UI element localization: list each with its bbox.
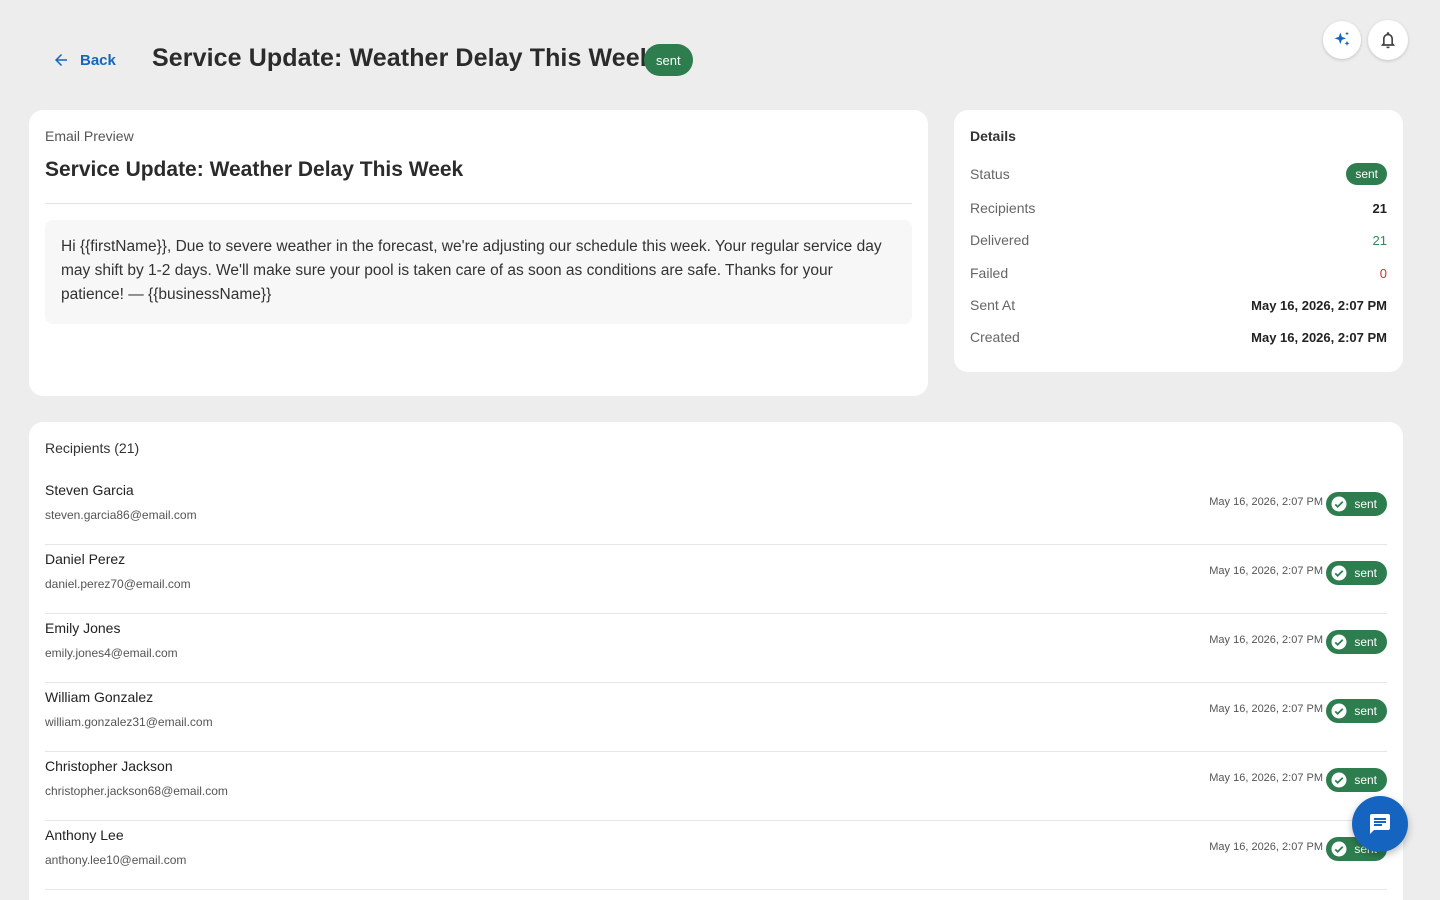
recipient-row[interactable]: Christopher Jackson christopher.jackson6… — [45, 752, 1387, 821]
recipient-sent-date: May 16, 2026, 2:07 PM — [1209, 565, 1323, 577]
recipient-email: daniel.perez70@email.com — [45, 577, 191, 591]
check-circle-icon — [1331, 841, 1347, 857]
email-preview-card: Email Preview Service Update: Weather De… — [29, 110, 928, 396]
detail-value: 0 — [1379, 265, 1387, 281]
status-badge: sent — [1326, 492, 1387, 516]
detail-value: May 16, 2026, 2:07 PM — [1251, 329, 1387, 345]
divider — [45, 203, 912, 204]
recipient-row[interactable]: Daniel Perez daniel.perez70@email.com Ma… — [45, 545, 1387, 614]
status-label: sent — [1354, 773, 1377, 787]
detail-key: Delivered — [970, 232, 1030, 248]
detail-key: Created — [970, 329, 1020, 345]
detail-key: Status — [970, 166, 1010, 182]
recipient-email: william.gonzalez31@email.com — [45, 715, 213, 729]
detail-row-sent-at: Sent At May 16, 2026, 2:07 PM — [970, 294, 1387, 316]
check-circle-icon — [1331, 565, 1347, 581]
recipient-row[interactable]: William Gonzalez william.gonzalez31@emai… — [45, 683, 1387, 752]
recipient-name: Christopher Jackson — [45, 758, 173, 774]
page-header: Back Service Update: Weather Delay This … — [0, 0, 1440, 110]
status-label: sent — [1354, 566, 1377, 580]
check-circle-icon — [1331, 634, 1347, 650]
recipient-name: Daniel Perez — [45, 551, 126, 567]
status-badge: sent — [1326, 699, 1387, 723]
detail-key: Recipients — [970, 200, 1036, 216]
status-badge: sent — [1326, 768, 1387, 792]
status-label: sent — [1354, 497, 1377, 511]
recipient-sent-date: May 16, 2026, 2:07 PM — [1209, 841, 1323, 853]
recipient-name: Steven Garcia — [45, 482, 134, 498]
status-label: sent — [1354, 704, 1377, 718]
status-badge: sent — [1326, 630, 1387, 654]
recipient-sent-date: May 16, 2026, 2:07 PM — [1209, 772, 1323, 784]
recipient-email: steven.garcia86@email.com — [45, 508, 197, 522]
page-title: Service Update: Weather Delay This Week — [152, 44, 654, 72]
chat-button[interactable] — [1352, 796, 1408, 852]
details-title: Details — [970, 128, 1016, 144]
email-preview-label: Email Preview — [45, 128, 134, 144]
status-label: sent — [1354, 635, 1377, 649]
recipient-name: Emily Jones — [45, 620, 121, 636]
status-badge: sent — [644, 44, 693, 76]
recipient-name: William Gonzalez — [45, 689, 154, 705]
email-body: Hi {{firstName}}, Due to severe weather … — [45, 220, 912, 324]
detail-value: May 16, 2026, 2:07 PM — [1251, 297, 1387, 313]
detail-row-failed: Failed 0 — [970, 262, 1387, 284]
check-circle-icon — [1331, 496, 1347, 512]
check-circle-icon — [1331, 772, 1347, 788]
bell-icon — [1381, 32, 1395, 49]
recipient-email: christopher.jackson68@email.com — [45, 784, 228, 798]
recipients-card: Recipients (21) Steven Garcia steven.gar… — [29, 422, 1403, 900]
recipient-row[interactable]: Steven Garcia steven.garcia86@email.com … — [45, 476, 1387, 545]
chat-icon — [1370, 814, 1390, 834]
status-badge: sent — [1326, 561, 1387, 585]
sparkle-icon — [1334, 31, 1350, 46]
page: Back Service Update: Weather Delay This … — [0, 0, 1440, 900]
detail-key: Failed — [970, 265, 1009, 281]
detail-row-status: Status sent — [970, 163, 1387, 185]
recipient-email: anthony.lee10@email.com — [45, 853, 187, 867]
ai-assistant-button[interactable] — [1323, 21, 1361, 59]
recipients-title: Recipients (21) — [45, 440, 140, 456]
detail-row-recipients: Recipients 21 — [970, 197, 1387, 219]
email-subject: Service Update: Weather Delay This Week — [45, 158, 464, 181]
recipient-sent-date: May 16, 2026, 2:07 PM — [1209, 496, 1323, 508]
detail-row-delivered: Delivered 21 — [970, 229, 1387, 251]
detail-key: Sent At — [970, 297, 1016, 313]
recipient-sent-date: May 16, 2026, 2:07 PM — [1209, 634, 1323, 646]
back-button-label: Back — [80, 51, 116, 69]
recipient-sent-date: May 16, 2026, 2:07 PM — [1209, 703, 1323, 715]
detail-value: 21 — [1372, 200, 1387, 216]
detail-row-created: Created May 16, 2026, 2:07 PM — [970, 326, 1387, 348]
check-circle-icon — [1331, 703, 1347, 719]
back-button[interactable]: Back — [44, 46, 124, 74]
recipient-row[interactable]: Emily Jones emily.jones4@email.com May 1… — [45, 614, 1387, 683]
recipient-row[interactable]: Anthony Lee anthony.lee10@email.com May … — [45, 821, 1387, 890]
recipient-name: Anthony Lee — [45, 827, 124, 843]
detail-value: 21 — [1372, 232, 1387, 248]
recipient-email: emily.jones4@email.com — [45, 646, 178, 660]
arrow-left-icon — [55, 54, 67, 66]
details-card: Details Status sent Recipients 21 Delive… — [954, 110, 1403, 372]
notifications-button[interactable] — [1368, 20, 1408, 60]
status-badge: sent — [1346, 163, 1387, 185]
